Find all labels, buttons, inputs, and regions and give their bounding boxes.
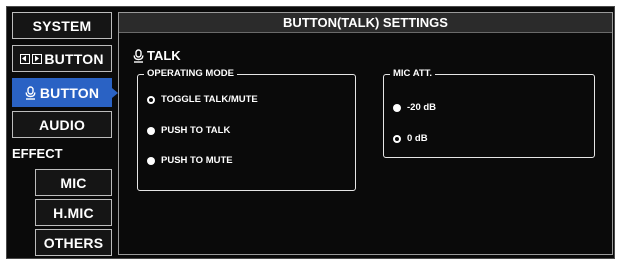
mic-att-label: MIC ATT. [390, 67, 436, 81]
nav-hmic-label: H.MIC [53, 204, 94, 221]
right-arrow-box-icon [32, 53, 43, 64]
nav-system-button[interactable]: SYSTEM [12, 12, 112, 39]
nav-system-label: SYSTEM [32, 17, 92, 34]
panel-title: BUTTON(TALK) SETTINGS [119, 13, 612, 33]
nav-others-label: OTHERS [43, 234, 104, 251]
mic-att-minus20-radio[interactable]: -20 dB [393, 102, 436, 113]
radio-selected-indicator [147, 95, 155, 104]
mic-icon [133, 48, 144, 63]
push-to-talk-label: PUSH TO TALK [161, 125, 231, 136]
radio-selected-indicator [393, 134, 401, 143]
talk-section-label: TALK [147, 48, 181, 63]
nav-hmic-button[interactable]: H.MIC [35, 199, 112, 226]
app-window: SYSTEM BUTTON BUTTON AUDIO EFFECT MIC H.… [6, 6, 615, 259]
mic-att-0db-label: 0 dB [407, 133, 428, 144]
radio-unselected-indicator [393, 103, 401, 112]
mic-att-0db-radio[interactable]: 0 dB [393, 133, 428, 144]
toggle-talk-mute-label: TOGGLE TALK/MUTE [161, 94, 258, 105]
settings-panel: BUTTON(TALK) SETTINGS TALK OPERATING MOD… [118, 12, 613, 255]
mic-icon [25, 85, 36, 100]
operating-mode-group: OPERATING MODE TOGGLE TALK/MUTE PUSH TO … [137, 67, 356, 191]
nav-arrow-button-button[interactable]: BUTTON [12, 45, 112, 72]
nav-arrow-button-label: BUTTON [44, 50, 104, 67]
nav-mic-button[interactable]: MIC [35, 169, 112, 196]
push-to-talk-radio[interactable]: PUSH TO TALK [147, 125, 230, 136]
nav-audio-label: AUDIO [38, 116, 86, 133]
left-arrow-box-icon [20, 53, 31, 64]
effect-section-label: EFFECT [12, 146, 63, 161]
push-to-mute-radio[interactable]: PUSH TO MUTE [147, 155, 233, 166]
operating-mode-label: OPERATING MODE [144, 67, 237, 81]
mic-att-minus20-label: -20 dB [407, 102, 437, 113]
nav-audio-button[interactable]: AUDIO [12, 111, 112, 138]
talk-section-title: TALK [133, 48, 181, 63]
nav-talk-button-label: BUTTON [39, 84, 100, 101]
push-to-mute-label: PUSH TO MUTE [161, 155, 233, 166]
nav-mic-label: MIC [60, 174, 87, 191]
mic-att-group: MIC ATT. -20 dB 0 dB [383, 67, 595, 158]
radio-unselected-indicator [147, 156, 155, 165]
radio-unselected-indicator [147, 126, 155, 135]
toggle-talk-mute-radio[interactable]: TOGGLE TALK/MUTE [147, 94, 258, 105]
nav-others-button[interactable]: OTHERS [35, 229, 112, 256]
nav-talk-button[interactable]: BUTTON [12, 78, 118, 107]
